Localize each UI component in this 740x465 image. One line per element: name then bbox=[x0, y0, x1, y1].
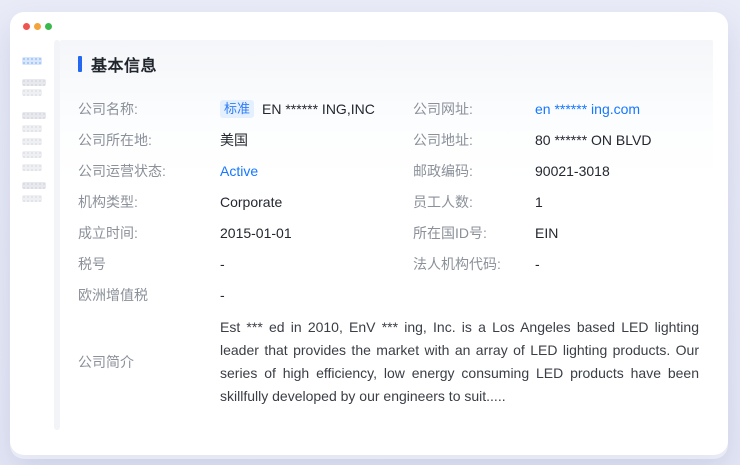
app-window: 基本信息 公司名称: 标准 EN ****** ING,INC 公司网址: en … bbox=[10, 12, 728, 455]
location-label: 公司所在地: bbox=[78, 130, 220, 150]
company-profile-row: 公司简介 Est *** ed in 2010, EnV *** ing, In… bbox=[78, 316, 699, 408]
country-id-value: EIN bbox=[535, 225, 699, 241]
eu-vat-label: 欧洲增值税 bbox=[78, 285, 220, 305]
zoom-window-icon[interactable] bbox=[45, 23, 52, 30]
basic-info-panel: 基本信息 公司名称: 标准 EN ****** ING,INC 公司网址: en … bbox=[60, 40, 713, 455]
sidebar-item-placeholder[interactable] bbox=[22, 125, 42, 132]
postal-code-value: 90021-3018 bbox=[535, 163, 699, 179]
company-profile-label: 公司简介 bbox=[78, 352, 220, 372]
operating-status-label: 公司运营状态: bbox=[78, 161, 220, 181]
legal-entity-code-value: - bbox=[535, 256, 699, 272]
sidebar-item-placeholder[interactable] bbox=[22, 164, 42, 171]
window-titlebar bbox=[10, 12, 728, 40]
address-label: 公司地址: bbox=[413, 130, 535, 150]
company-name-value: 标准 EN ****** ING,INC bbox=[220, 100, 413, 118]
title-accent-bar bbox=[78, 56, 82, 72]
sidebar-item-placeholder[interactable] bbox=[22, 182, 46, 189]
panel-title: 基本信息 bbox=[78, 52, 699, 76]
panel-title-text: 基本信息 bbox=[91, 52, 157, 76]
tax-number-value: - bbox=[220, 256, 413, 272]
company-name-label: 公司名称: bbox=[78, 99, 220, 119]
tax-number-label: 税号 bbox=[78, 254, 220, 274]
company-profile-text: Est *** ed in 2010, EnV *** ing, Inc. is… bbox=[220, 316, 699, 408]
founded-date-label: 成立时间: bbox=[78, 223, 220, 243]
employee-count-label: 员工人数: bbox=[413, 192, 535, 212]
address-value: 80 ****** ON BLVD bbox=[535, 132, 699, 148]
operating-status-value: Active bbox=[220, 163, 413, 179]
sidebar-item-placeholder[interactable] bbox=[22, 112, 46, 119]
sidebar-skeleton bbox=[10, 40, 54, 455]
legal-entity-code-label: 法人机构代码: bbox=[413, 254, 535, 274]
sidebar-item-placeholder[interactable] bbox=[22, 138, 42, 145]
founded-date-value: 2015-01-01 bbox=[220, 225, 413, 241]
sidebar-item-placeholder[interactable] bbox=[22, 151, 42, 158]
org-type-label: 机构类型: bbox=[78, 192, 220, 212]
sidebar-item-placeholder[interactable] bbox=[22, 195, 42, 202]
close-window-icon[interactable] bbox=[23, 23, 30, 30]
country-id-label: 所在国ID号: bbox=[413, 223, 535, 243]
employee-count-value: 1 bbox=[535, 194, 699, 210]
standard-badge: 标准 bbox=[220, 100, 254, 118]
info-grid: 公司名称: 标准 EN ****** ING,INC 公司网址: en *****… bbox=[78, 93, 699, 310]
website-link[interactable]: en ****** ing.com bbox=[535, 101, 699, 117]
window-body: 基本信息 公司名称: 标准 EN ****** ING,INC 公司网址: en … bbox=[10, 40, 728, 455]
eu-vat-value: - bbox=[220, 287, 413, 303]
sidebar-item-active-placeholder[interactable] bbox=[22, 57, 42, 65]
company-name-text: EN ****** ING,INC bbox=[262, 101, 375, 117]
location-value: 美国 bbox=[220, 130, 413, 150]
minimize-window-icon[interactable] bbox=[34, 23, 41, 30]
sidebar-item-placeholder[interactable] bbox=[22, 89, 42, 96]
org-type-value: Corporate bbox=[220, 194, 413, 210]
website-label: 公司网址: bbox=[413, 99, 535, 119]
sidebar-item-placeholder[interactable] bbox=[22, 79, 46, 86]
postal-code-label: 邮政编码: bbox=[413, 161, 535, 181]
